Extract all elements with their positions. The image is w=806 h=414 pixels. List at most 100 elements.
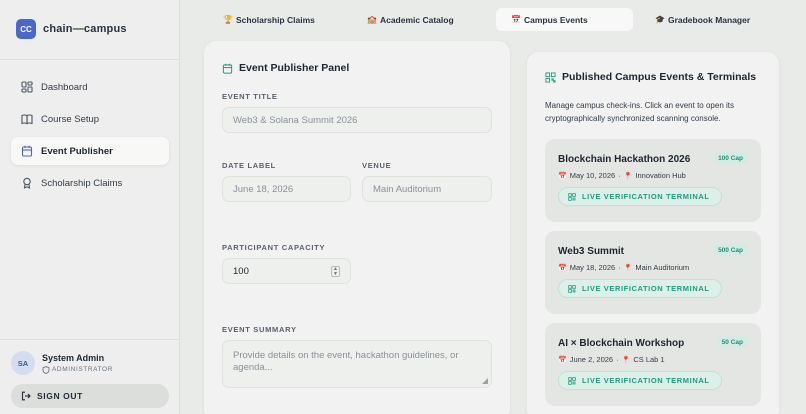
sidebar-item-label: Course Setup	[41, 113, 100, 125]
tab-label: Scholarship Claims	[235, 14, 315, 25]
button-label: LIVE VERIFICATION TERMINAL	[582, 284, 710, 293]
summary-textarea[interactable]: Provide details on the event, hackathon …	[222, 340, 492, 388]
tab-campus-events[interactable]: 📅 Campus Events	[496, 8, 633, 31]
capacity-badge: 100 Cap	[713, 152, 748, 164]
date-label: DATE LABEL	[222, 161, 276, 170]
calendar-icon: 📅	[558, 172, 567, 180]
event-meta: 📅 June 2, 2026 · 📍 CS Lab 1	[558, 355, 665, 364]
graduation-cap-icon: 🎓	[655, 15, 665, 24]
shield-icon	[42, 365, 50, 374]
event-card[interactable]: AI × Blockchain Workshop 50 Cap 📅 June 2…	[545, 323, 761, 406]
user-role-label: ADMINISTRATOR	[52, 366, 114, 373]
school-icon: 🏫	[367, 15, 377, 24]
qr-code-icon	[568, 192, 576, 201]
live-verification-terminal-button[interactable]: LIVE VERIFICATION TERMINAL	[558, 371, 722, 390]
sidebar-item-dashboard[interactable]: Dashboard	[11, 73, 169, 101]
event-date: June 2, 2026	[569, 355, 614, 364]
event-publisher-panel: Event Publisher Panel EVENT TITLE Web3 &…	[204, 41, 510, 414]
separator: ·	[618, 263, 621, 272]
tab-scholarship-claims[interactable]: 🏆 Scholarship Claims	[223, 8, 315, 31]
brand[interactable]: CC chain—campus	[16, 19, 127, 39]
calendar-icon	[222, 63, 233, 74]
capacity-badge: 500 Cap	[713, 244, 748, 256]
qr-code-icon	[568, 284, 576, 293]
event-meta: 📅 May 18, 2026 · 📍 Main Auditorium	[558, 263, 689, 272]
resize-handle[interactable]	[482, 378, 488, 384]
user-profile: SA System Admin ADMINISTRATOR	[11, 351, 113, 375]
event-card[interactable]: Web3 Summit 500 Cap 📅 May 18, 2026 · 📍 M…	[545, 231, 761, 314]
button-label: LIVE VERIFICATION TERMINAL	[582, 192, 710, 201]
separator: ·	[618, 171, 621, 180]
qr-code-icon	[568, 376, 576, 385]
user-name: System Admin	[42, 352, 105, 363]
event-date: May 18, 2026	[569, 263, 616, 272]
sidebar: CC chain—campus Dashboard Course Setup E…	[0, 0, 180, 414]
date-input[interactable]: June 18, 2026	[222, 176, 351, 202]
divider	[0, 339, 180, 340]
sidebar-nav: Dashboard Course Setup Event Publisher S…	[11, 73, 169, 201]
capacity-value: 100	[233, 265, 249, 277]
capacity-label: PARTICIPANT CAPACITY	[222, 243, 326, 252]
panel-title-text: Published Campus Events & Terminals	[562, 71, 757, 83]
calendar-icon: 📅	[558, 356, 567, 364]
event-title-input[interactable]: Web3 & Solana Summit 2026	[222, 107, 492, 133]
event-title-label: EVENT TITLE	[222, 92, 278, 101]
event-name: Blockchain Hackathon 2026	[558, 154, 691, 165]
events-description: Manage campus check-ins. Click an event …	[545, 101, 734, 123]
event-venue: Main Auditorium	[635, 263, 690, 272]
capacity-input[interactable]: 100 ▲ ▼	[222, 258, 351, 284]
tab-label: Campus Events	[523, 14, 588, 25]
summary-placeholder: Provide details on the event, hackathon …	[233, 350, 459, 373]
venue-label: VENUE	[362, 161, 392, 170]
event-card[interactable]: Blockchain Hackathon 2026 100 Cap 📅 May …	[545, 139, 761, 222]
published-events-panel: Published Campus Events & Terminals Mana…	[527, 52, 779, 414]
book-icon	[21, 114, 33, 125]
qr-code-icon	[545, 71, 556, 83]
tab-gradebook-manager[interactable]: 🎓 Gradebook Manager	[655, 8, 750, 31]
divider	[0, 59, 180, 60]
sidebar-item-label: Event Publisher	[41, 145, 113, 157]
top-tabs: 🏆 Scholarship Claims 🏫 Academic Catalog …	[180, 0, 806, 38]
sidebar-item-course-setup[interactable]: Course Setup	[11, 105, 169, 133]
tab-label: Gradebook Manager	[667, 14, 751, 25]
panel-title: Published Campus Events & Terminals	[545, 71, 756, 83]
sidebar-item-label: Scholarship Claims	[41, 177, 123, 189]
panel-title-text: Event Publisher Panel	[239, 62, 350, 74]
sidebar-item-label: Dashboard	[41, 81, 88, 93]
pin-icon: 📍	[621, 356, 631, 364]
event-meta: 📅 May 10, 2026 · 📍 Innovation Hub	[558, 171, 686, 180]
calendar-icon: 📅	[511, 15, 521, 24]
sign-out-button[interactable]: SIGN OUT	[11, 384, 169, 408]
event-venue: Innovation Hub	[635, 171, 686, 180]
summary-label: EVENT SUMMARY	[222, 325, 297, 334]
award-icon	[23, 177, 31, 189]
quantity-stepper[interactable]: ▲ ▼	[331, 266, 340, 277]
dashboard-icon	[21, 81, 33, 93]
button-label: LIVE VERIFICATION TERMINAL	[582, 376, 710, 385]
capacity-badge: 50 Cap	[716, 336, 748, 348]
brand-logo: CC	[16, 19, 36, 39]
tab-academic-catalog[interactable]: 🏫 Academic Catalog	[367, 8, 454, 31]
venue-input[interactable]: Main Auditorium	[362, 176, 492, 202]
event-name: Web3 Summit	[558, 246, 624, 257]
user-role: ADMINISTRATOR	[42, 365, 114, 374]
calendar-icon: 📅	[558, 264, 567, 272]
logout-icon	[21, 391, 31, 401]
event-date: May 10, 2026	[569, 171, 616, 180]
pin-icon: 📍	[623, 172, 633, 180]
separator: ·	[616, 355, 619, 364]
tab-label: Academic Catalog	[379, 14, 454, 25]
trophy-icon: 🏆	[223, 15, 233, 24]
live-verification-terminal-button[interactable]: LIVE VERIFICATION TERMINAL	[558, 187, 722, 206]
panel-title: Event Publisher Panel	[222, 62, 349, 74]
live-verification-terminal-button[interactable]: LIVE VERIFICATION TERMINAL	[558, 279, 722, 298]
pin-icon: 📍	[623, 264, 633, 272]
sign-out-label: SIGN OUT	[37, 391, 83, 401]
sidebar-item-event-publisher[interactable]: Event Publisher	[11, 137, 169, 165]
event-venue: CS Lab 1	[633, 355, 665, 364]
sidebar-item-scholarship-claims[interactable]: Scholarship Claims	[11, 169, 169, 197]
event-name: AI × Blockchain Workshop	[558, 338, 685, 349]
calendar-icon	[21, 145, 33, 157]
user-meta: System Admin ADMINISTRATOR	[42, 353, 113, 374]
brand-name: chain—campus	[43, 23, 127, 35]
